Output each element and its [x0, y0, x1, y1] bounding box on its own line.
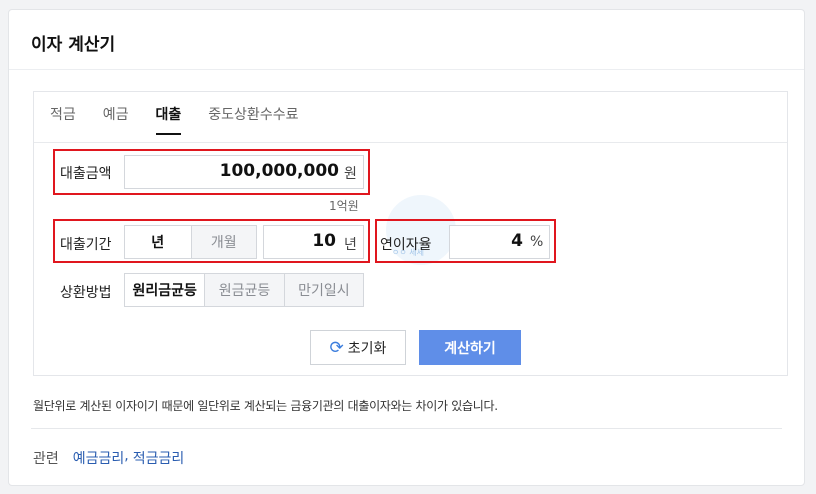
tab-bar: 적금 예금 대출 중도상환수수료: [50, 100, 325, 135]
deposit-rate-link[interactable]: 예금금리: [73, 448, 125, 468]
tab-savings[interactable]: 적금: [50, 100, 76, 134]
page-title: 이자 계산기: [31, 35, 116, 55]
tab-loan[interactable]: 대출: [155, 100, 181, 135]
divider: [34, 142, 787, 143]
divider: [9, 69, 804, 70]
loan-period-value: 10: [312, 231, 336, 251]
related-links: 관련 예금금리 , 적금금리: [33, 448, 184, 468]
tab-deposit[interactable]: 예금: [103, 100, 129, 134]
refresh-icon: ⟳: [329, 337, 344, 358]
interest-calculator-card: 이자 계산기 적금 예금 대출 중도상환수수료 ㅇㅇ 세세 대출금액 100,0…: [8, 9, 805, 486]
toggle-month[interactable]: 개월: [190, 226, 256, 258]
loan-period-label: 대출기간: [60, 237, 112, 253]
repayment-method-toggle: 원리금균등 원금균등 만기일시: [124, 273, 364, 307]
loan-period-unit: 년: [344, 237, 357, 253]
interest-rate-value: 4: [511, 231, 523, 251]
loan-amount-value: 100,000,000: [219, 161, 339, 181]
disclaimer-text: 월단위로 계산된 이자이기 때문에 일단위로 계산되는 금융기관의 대출이자와는…: [33, 399, 498, 413]
reset-label: 초기화: [347, 340, 387, 357]
savings-rate-link[interactable]: 적금금리: [133, 448, 185, 468]
option-bullet[interactable]: 만기일시: [283, 274, 364, 306]
interest-rate-label: 연이자율: [380, 237, 432, 253]
period-unit-toggle: 년 개월: [124, 225, 257, 259]
toggle-year[interactable]: 년: [125, 226, 191, 258]
option-equal-principal[interactable]: 원금균등: [204, 274, 284, 306]
related-label: 관련: [33, 451, 59, 467]
calculate-button[interactable]: 계산하기: [419, 330, 521, 365]
interest-rate-unit: %: [530, 234, 544, 250]
calculator-panel: 적금 예금 대출 중도상환수수료 ㅇㅇ 세세 대출금액 100,000,000 …: [33, 91, 788, 376]
option-equal-payment[interactable]: 원리금균등: [125, 274, 205, 306]
loan-amount-hint: 1억원: [329, 199, 359, 213]
divider: [31, 428, 782, 429]
loan-amount-label: 대출금액: [60, 166, 112, 182]
reset-button[interactable]: ⟳ 초기화: [310, 330, 406, 365]
repayment-label: 상환방법: [60, 285, 112, 301]
tab-prepayment-fee[interactable]: 중도상환수수료: [208, 100, 298, 134]
link-separator: ,: [124, 448, 129, 464]
loan-amount-unit: 원: [344, 166, 357, 182]
